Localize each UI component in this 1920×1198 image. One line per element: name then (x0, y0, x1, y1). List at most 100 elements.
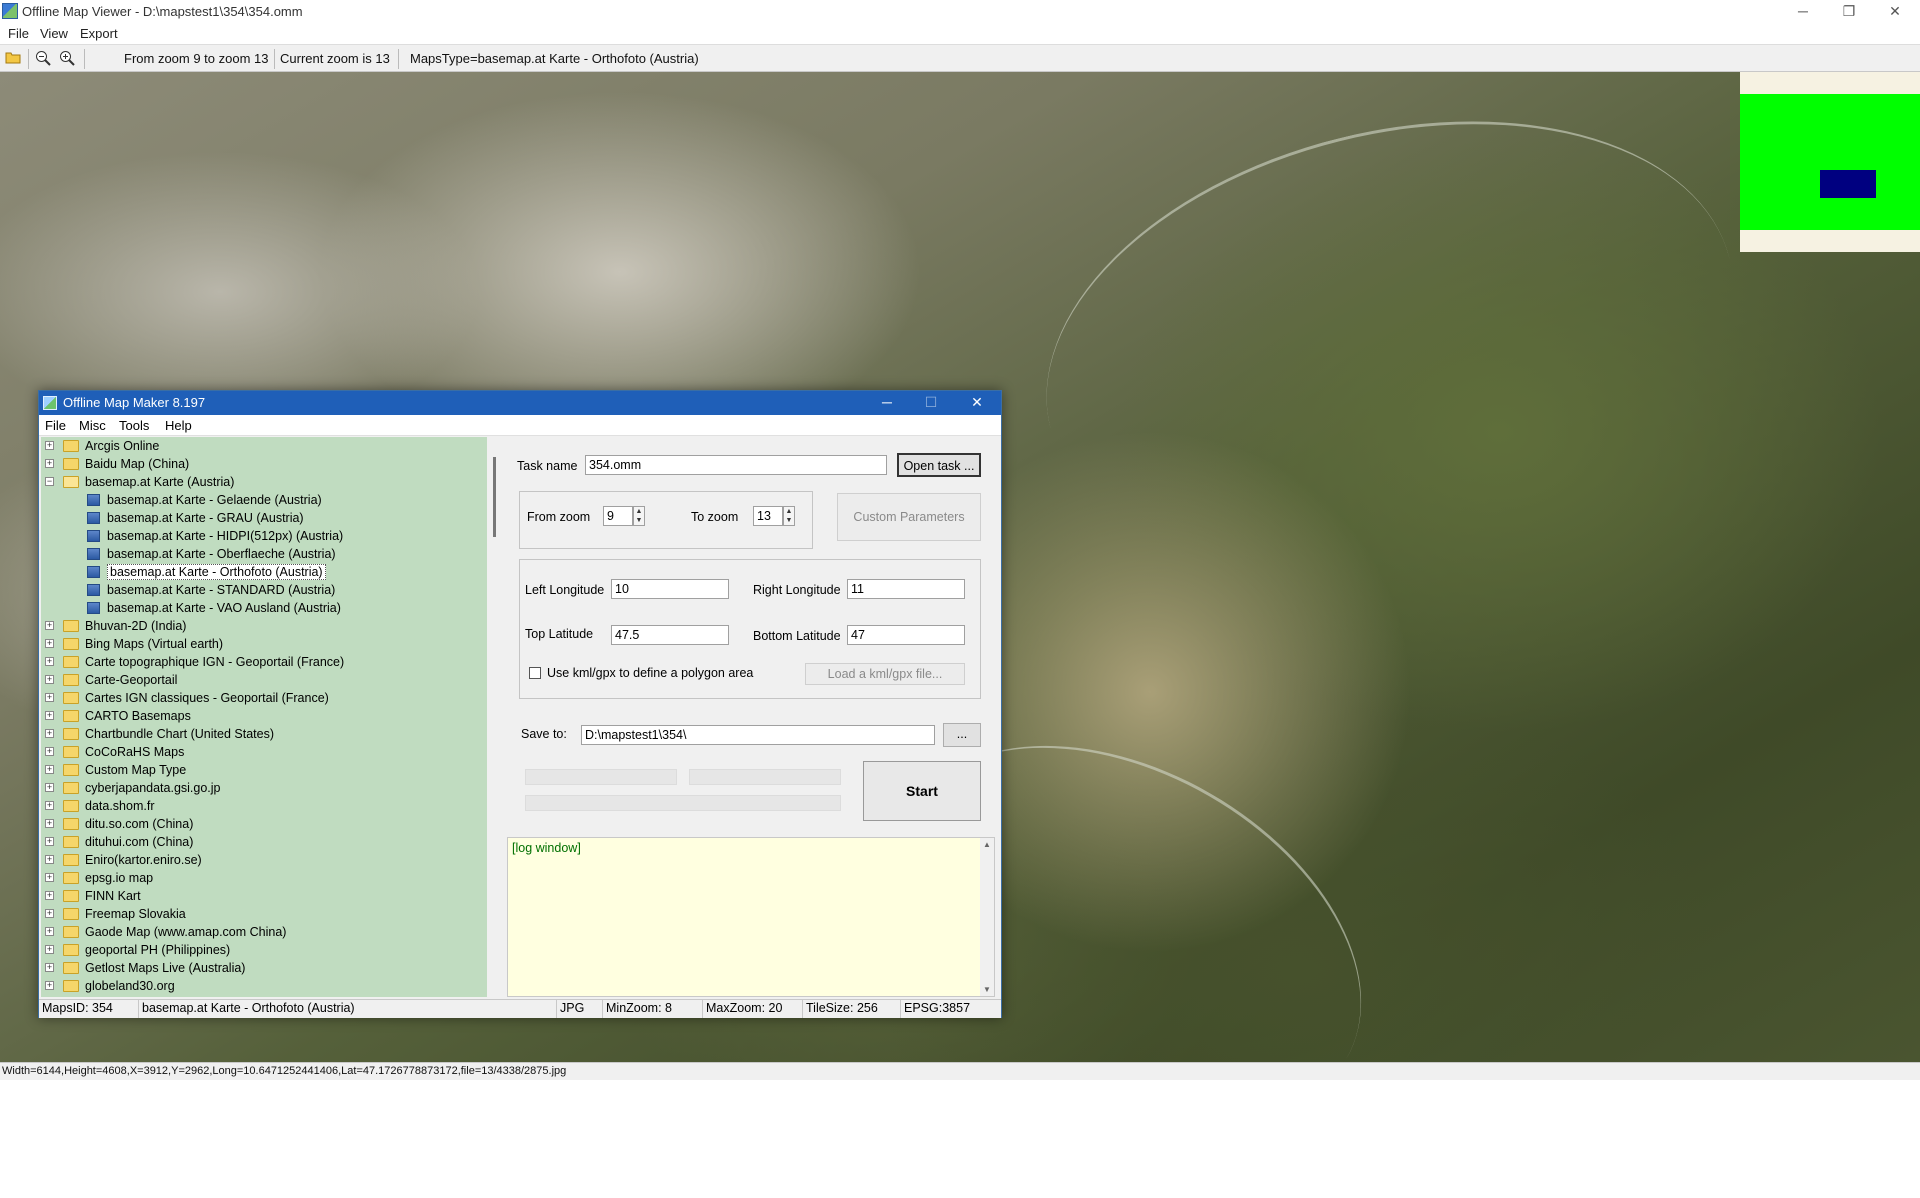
folder-open-icon (63, 476, 79, 488)
expand-icon[interactable]: + (45, 945, 54, 954)
dialog-menu-tools[interactable]: Tools (119, 418, 149, 433)
tree-item[interactable]: + Carte-Geoportail (41, 671, 481, 689)
dialog-menu-file[interactable]: File (45, 418, 66, 433)
open-task-button[interactable]: Open task ... (897, 453, 981, 477)
tree-item[interactable]: + Eniro(kartor.eniro.se) (41, 851, 481, 869)
save-to-input[interactable]: D:\mapstest1\354\ (581, 725, 935, 745)
tree-item[interactable]: + Bhuvan-2D (India) (41, 617, 481, 635)
tree-item[interactable]: + Carte topographique IGN - Geoportail (F… (41, 653, 481, 671)
collapse-icon[interactable]: − (45, 477, 54, 486)
menu-file[interactable]: File (8, 26, 29, 41)
tree-item[interactable]: + epsg.io map (41, 869, 481, 887)
scroll-down-icon[interactable]: ▼ (983, 985, 991, 994)
scroll-up-icon[interactable]: ▲ (983, 840, 991, 849)
start-button[interactable]: Start (863, 761, 981, 821)
map-type-tree[interactable]: + Arcgis Online + Baidu Map (China) − basemap… (41, 437, 487, 997)
dialog-menu-misc[interactable]: Misc (79, 418, 106, 433)
expand-icon[interactable]: + (45, 801, 54, 810)
expand-icon[interactable]: + (45, 675, 54, 684)
dialog-menu-help[interactable]: Help (165, 418, 192, 433)
log-window[interactable]: [log window] ▲ ▼ (507, 837, 995, 997)
tree-item[interactable]: basemap.at Karte - Gelaende (Austria) (41, 491, 481, 509)
maximize-button[interactable]: ❐ (1826, 0, 1872, 24)
tree-item[interactable]: basemap.at Karte - Oberflaeche (Austria) (41, 545, 481, 563)
expand-icon[interactable]: + (45, 765, 54, 774)
tree-item[interactable]: basemap.at Karte - HIDPI(512px) (Austria… (41, 527, 481, 545)
close-button[interactable]: ✕ (1872, 0, 1918, 24)
expand-icon[interactable]: + (45, 621, 54, 630)
right-longitude-input[interactable]: 11 (847, 579, 965, 599)
dialog-close-button[interactable]: ✕ (955, 391, 999, 415)
tree-item[interactable]: + Arcgis Online (41, 437, 481, 455)
tree-item[interactable]: + FINN Kart (41, 887, 481, 905)
tree-item[interactable]: + CARTO Basemaps (41, 707, 481, 725)
expand-icon[interactable]: + (45, 459, 54, 468)
expand-icon[interactable]: + (45, 873, 54, 882)
load-kml-button[interactable]: Load a kml/gpx file... (805, 663, 965, 685)
expand-icon[interactable]: + (45, 927, 54, 936)
kml-polygon-checkbox[interactable] (529, 667, 541, 679)
expand-icon[interactable]: + (45, 729, 54, 738)
main-toolbar: From zoom 9 to zoom 13 Current zoom is 1… (0, 44, 1920, 72)
dialog-app-icon (43, 396, 57, 410)
tree-item[interactable]: basemap.at Karte - VAO Ausland (Austria) (41, 599, 481, 617)
from-zoom-stepper[interactable]: ▲ ▼ (633, 506, 645, 526)
task-name-input[interactable]: 354.omm (585, 455, 887, 475)
expand-icon[interactable]: + (45, 819, 54, 828)
left-longitude-input[interactable]: 10 (611, 579, 729, 599)
dialog-minimize-button[interactable]: ─ (865, 391, 909, 415)
tree-item[interactable]: + Freemap Slovakia (41, 905, 481, 923)
tree-item[interactable]: + Cartes IGN classiques - Geoportail (Fra… (41, 689, 481, 707)
expand-icon[interactable]: + (45, 891, 54, 900)
from-zoom-input[interactable]: 9 (603, 506, 633, 526)
expand-icon[interactable]: + (45, 855, 54, 864)
expand-icon[interactable]: + (45, 837, 54, 846)
browse-folder-button[interactable]: ... (943, 723, 981, 747)
custom-parameters-button[interactable]: Custom Parameters (837, 493, 981, 541)
to-zoom-stepper[interactable]: ▲ ▼ (783, 506, 795, 526)
log-scrollbar[interactable]: ▲ ▼ (980, 838, 994, 996)
dialog-maximize-button[interactable]: ☐ (909, 391, 953, 415)
expand-icon[interactable]: + (45, 909, 54, 918)
tree-item[interactable]: + Bing Maps (Virtual earth) (41, 635, 481, 653)
tree-scrollbar-thumb[interactable] (493, 457, 496, 537)
tree-scrollbar[interactable] (487, 437, 505, 997)
top-latitude-input[interactable]: 47.5 (611, 625, 729, 645)
tree-item[interactable]: + data.shom.fr (41, 797, 481, 815)
tree-item[interactable]: + Custom Map Type (41, 761, 481, 779)
tree-item[interactable]: − basemap.at Karte (Austria) (41, 473, 481, 491)
tree-item[interactable]: + globeland30.org (41, 977, 481, 995)
expand-icon[interactable]: + (45, 783, 54, 792)
menu-export[interactable]: Export (80, 26, 118, 41)
expand-icon[interactable]: + (45, 639, 54, 648)
to-zoom-input[interactable]: 13 (753, 506, 783, 526)
zoom-in-icon[interactable] (58, 50, 76, 67)
bottom-latitude-input[interactable]: 47 (847, 625, 965, 645)
tree-item[interactable]: basemap.at Karte - GRAU (Austria) (41, 509, 481, 527)
expand-icon[interactable]: + (45, 657, 54, 666)
tree-item[interactable]: + dituhui.com (China) (41, 833, 481, 851)
tree-item[interactable]: + cyberjapandata.gsi.go.jp (41, 779, 481, 797)
tree-item[interactable]: + ditu.so.com (China) (41, 815, 481, 833)
kml-polygon-label: Use kml/gpx to define a polygon area (547, 666, 754, 680)
tree-item[interactable]: + Getlost Maps Live (Australia) (41, 959, 481, 977)
tree-item[interactable]: + Baidu Map (China) (41, 455, 481, 473)
tree-item[interactable]: basemap.at Karte - STANDARD (Austria) (41, 581, 481, 599)
expand-icon[interactable]: + (45, 747, 54, 756)
tree-item[interactable]: + Gaode Map (www.amap.com China) (41, 923, 481, 941)
expand-icon[interactable]: + (45, 711, 54, 720)
overview-map[interactable] (1740, 72, 1920, 252)
tree-item[interactable]: basemap.at Karte - Orthofoto (Austria) (41, 563, 481, 581)
menu-view[interactable]: View (40, 26, 68, 41)
open-folder-icon[interactable] (4, 50, 22, 67)
zoom-out-icon[interactable] (34, 50, 52, 67)
tree-item[interactable]: + CoCoRaHS Maps (41, 743, 481, 761)
expand-icon[interactable]: + (45, 693, 54, 702)
minimize-button[interactable]: ─ (1780, 0, 1826, 24)
expand-icon[interactable]: + (45, 441, 54, 450)
tree-item[interactable]: + Chartbundle Chart (United States) (41, 725, 481, 743)
overview-viewport[interactable] (1820, 170, 1876, 198)
expand-icon[interactable]: + (45, 981, 54, 990)
expand-icon[interactable]: + (45, 963, 54, 972)
tree-item[interactable]: + geoportal PH (Philippines) (41, 941, 481, 959)
